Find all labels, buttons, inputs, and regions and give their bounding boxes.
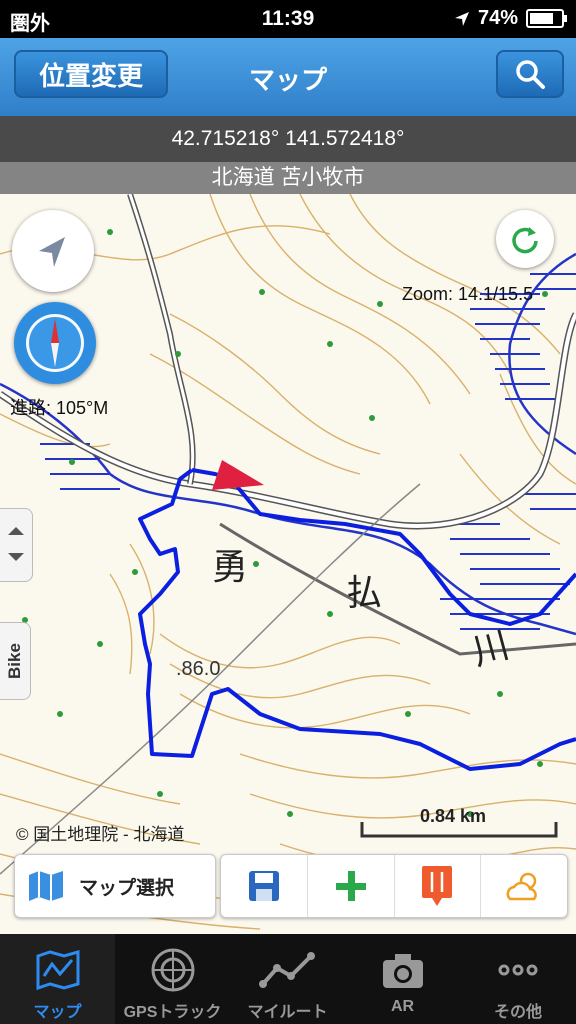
compass-icon — [26, 314, 84, 372]
zoom-toggle-tab[interactable] — [0, 508, 33, 582]
location-arrow-icon — [454, 11, 469, 26]
tab-gps-track[interactable]: GPSトラック — [115, 934, 230, 1024]
search-button[interactable] — [496, 50, 564, 98]
compass-button[interactable] — [14, 302, 96, 384]
map-select-button[interactable]: マップ選択 — [14, 854, 216, 918]
add-button[interactable] — [308, 855, 395, 917]
heading-readout: 進路: 105°M — [10, 398, 109, 418]
nav-bar: 位置変更 マップ — [0, 38, 576, 116]
restaurant-button[interactable] — [395, 855, 482, 917]
place-char-1: 勇 — [212, 547, 249, 588]
refresh-icon — [512, 227, 538, 254]
tab-more[interactable]: その他 — [460, 934, 576, 1024]
place-char-2: 払 — [346, 573, 383, 614]
battery-percent: 74% — [477, 7, 518, 29]
map-icon — [36, 950, 79, 991]
status-bar: 圏外 11:39 74% — [0, 0, 576, 38]
tab-bar: マップ GPSトラック マイルート AR その他 — [0, 934, 576, 1024]
save-button[interactable] — [221, 855, 308, 917]
restaurant-pin-icon — [422, 866, 453, 906]
coordinates-readout: 42.715218° 141.572418° — [0, 116, 576, 162]
radar-icon — [151, 948, 194, 992]
zoom-level: Zoom: 14.1/15.5 — [402, 284, 534, 304]
locate-button[interactable] — [12, 210, 94, 292]
navigation-arrow-icon — [39, 237, 65, 267]
page-title: マップ — [248, 65, 327, 95]
scale-label: 0.84 km — [420, 806, 487, 826]
folded-map-icon — [29, 871, 63, 901]
elevation-label: .86.0 — [176, 658, 221, 680]
tab-map[interactable]: マップ — [0, 934, 115, 1024]
map-select-label: マップ選択 — [79, 877, 175, 899]
tab-gps-label: GPSトラック — [123, 1004, 222, 1021]
camera-icon — [382, 954, 423, 988]
weather-button[interactable] — [481, 855, 567, 917]
tab-map-label: マップ — [33, 1004, 82, 1021]
status-right: 74% — [454, 7, 567, 30]
tab-ar-label: AR — [390, 998, 415, 1015]
map-view[interactable]: Zoom: 14.1/15.5 進路: 105°M Bike 勇 払 川 .86… — [0, 194, 576, 934]
up-down-arrows-icon — [8, 527, 24, 561]
region-label: 北海道 苫小牧市 — [0, 162, 576, 194]
plus-icon — [335, 871, 366, 901]
bike-mode-tab[interactable]: Bike — [0, 622, 31, 700]
bike-label: Bike — [5, 643, 24, 679]
heading-arrow — [212, 460, 264, 490]
tab-route-label: マイルート — [247, 1004, 328, 1021]
attribution: © 国土地理院 - 北海道 — [16, 825, 185, 844]
tool-group — [220, 854, 568, 918]
weather-icon — [506, 872, 537, 901]
refresh-button[interactable] — [496, 210, 554, 268]
route-icon — [258, 952, 315, 988]
battery-icon — [526, 9, 567, 28]
more-icon — [498, 964, 538, 976]
tab-ar[interactable]: AR — [345, 934, 460, 1024]
tab-my-route[interactable]: マイルート — [230, 934, 345, 1024]
save-icon — [248, 871, 279, 901]
search-icon — [516, 60, 545, 89]
tab-more-label: その他 — [493, 1004, 542, 1021]
